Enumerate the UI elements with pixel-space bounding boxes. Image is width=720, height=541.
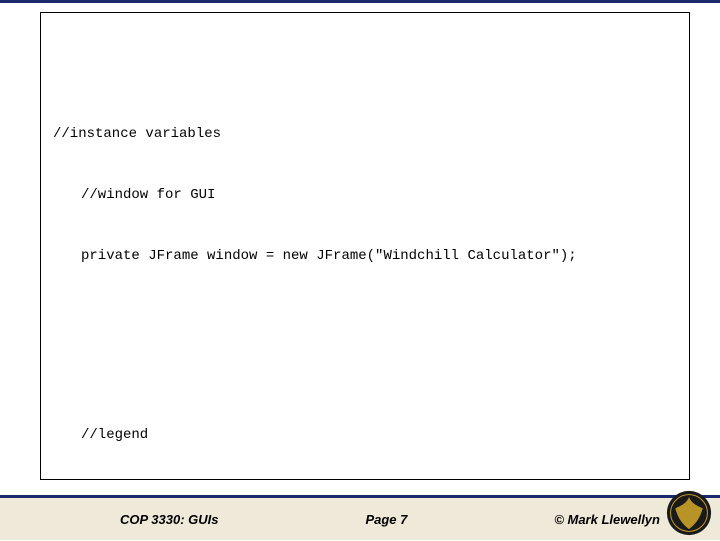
code-line: private JFrame window = new JFrame("Wind… [53, 246, 671, 266]
footer-page: Page 7 [365, 512, 407, 527]
footer-copyright: © Mark Llewellyn [554, 512, 660, 527]
code-line: //instance variables [53, 124, 671, 144]
code-block-legend: //legend private JText.Area legend.Area … [53, 384, 671, 480]
code-line: //window for GUI [53, 185, 671, 205]
code-block-instance: //instance variables //window for GUI pr… [53, 84, 671, 307]
top-border-line [0, 0, 720, 3]
footer-course: COP 3330: GUIs [120, 512, 219, 527]
code-listing: //instance variables //window for GUI pr… [53, 23, 671, 480]
ucf-seal-icon [666, 490, 712, 536]
footer-bar: COP 3330: GUIs Page 7 © Mark Llewellyn [0, 495, 720, 540]
code-box: //instance variables //window for GUI pr… [40, 12, 690, 480]
code-line: //legend [53, 425, 671, 445]
